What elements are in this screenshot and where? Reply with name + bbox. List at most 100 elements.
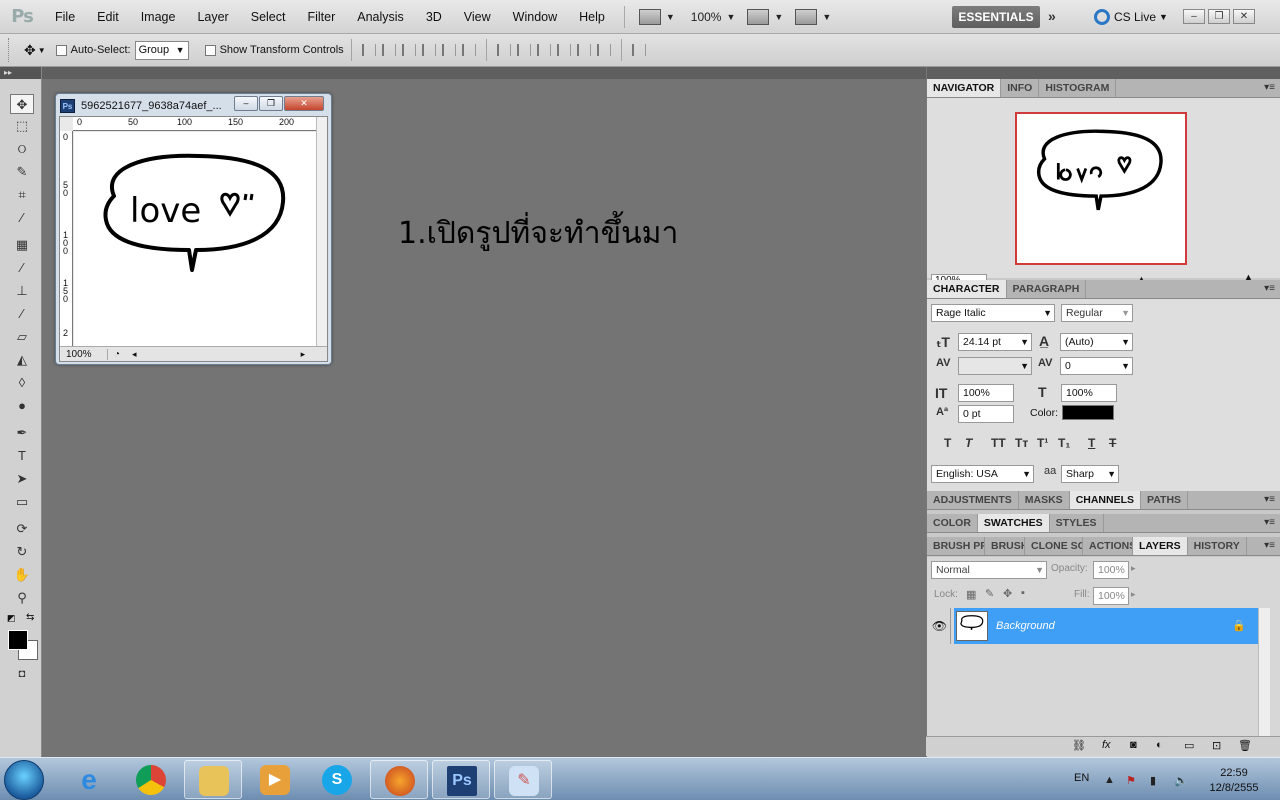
start-button[interactable] [4, 760, 44, 800]
align-left-icon[interactable] [421, 44, 436, 56]
menu-analysis[interactable]: Analysis [346, 0, 415, 34]
tab-brush[interactable]: BRUSH [985, 537, 1025, 555]
options-grip[interactable] [8, 38, 14, 62]
align-hcenter-icon[interactable] [441, 44, 456, 56]
new-layer-icon[interactable]: ⊡ [1212, 739, 1221, 752]
panel-menu-icon[interactable]: ▾≡ [1264, 540, 1275, 551]
path-select-tool-icon[interactable]: ➤ [10, 469, 34, 489]
link-layers-icon[interactable]: ⛓ [1072, 739, 1086, 752]
blur-tool-icon[interactable]: ◊ [10, 373, 34, 393]
network-icon[interactable]: ▮ [1150, 774, 1156, 787]
language-select[interactable]: English: USA ▼ [931, 465, 1034, 483]
tab-layers[interactable]: LAYERS [1133, 537, 1188, 555]
align-top-icon[interactable] [361, 44, 376, 56]
menu-help[interactable]: Help [568, 0, 616, 34]
chevron-down-icon[interactable]: ▼ [666, 12, 675, 22]
launch-bridge-icon[interactable] [638, 8, 661, 25]
subscript-icon[interactable]: T₁ [1058, 436, 1070, 450]
menu-view[interactable]: View [453, 0, 502, 34]
document-canvas[interactable]: love [74, 132, 318, 346]
text-color-swatch[interactable] [1062, 405, 1114, 420]
distribute-vcenter-icon[interactable] [516, 44, 531, 56]
taskbar-photoshop[interactable]: Ps [432, 760, 490, 799]
tab-clone-source[interactable]: CLONE SOU [1025, 537, 1083, 555]
tab-character[interactable]: CHARACTER [927, 280, 1007, 298]
zoom-tool-icon[interactable]: ⚲ [10, 588, 34, 608]
ruler-horizontal[interactable]: 0 50 100 150 200 [73, 117, 318, 131]
brush-tool-icon[interactable]: ⁄ [10, 258, 34, 278]
lock-all-icon[interactable]: ▪ [1021, 587, 1025, 599]
adjustment-layer-icon[interactable]: ◐ [1156, 739, 1163, 751]
taskbar-skype[interactable]: S [308, 760, 366, 799]
tools-collapse-icon[interactable]: ▸▸ [0, 67, 41, 79]
align-vcenter-icon[interactable] [381, 44, 396, 56]
dodge-tool-icon[interactable]: ● [10, 396, 34, 416]
distribute-top-icon[interactable] [496, 44, 511, 56]
panel-menu-icon[interactable]: ▾≡ [1264, 82, 1275, 93]
ruler-vertical[interactable]: 0 5 0 1 0 0 1 5 0 2 [60, 131, 73, 346]
horizontal-scale-field[interactable]: 100% [1061, 384, 1117, 402]
distribute-bottom-icon[interactable] [536, 44, 551, 56]
move-tool-icon[interactable]: ✥ [24, 42, 36, 59]
tab-swatches[interactable]: SWATCHES [977, 514, 1050, 532]
font-size-field[interactable]: 24.14 pt ▼ [958, 333, 1032, 351]
align-bottom-icon[interactable] [401, 44, 416, 56]
eyedropper-tool-icon[interactable]: ⁄ [10, 208, 34, 228]
menu-edit[interactable]: Edit [86, 0, 130, 34]
screen-mode-icon[interactable] [795, 8, 818, 25]
3d-rotate-tool-icon[interactable]: ⟳ [10, 519, 34, 539]
restore-button[interactable]: ❐ [1208, 9, 1230, 24]
auto-align-icon[interactable] [631, 44, 646, 56]
volume-icon[interactable]: 🔈 [1174, 774, 1188, 787]
blend-mode-select[interactable]: Normal ▼ [931, 561, 1047, 579]
taskbar-explorer[interactable] [184, 760, 242, 799]
chevron-down-icon[interactable]: ▼ [726, 12, 735, 22]
more-workspaces-icon[interactable]: » [1048, 8, 1056, 24]
antialias-select[interactable]: Sharp ▼ [1061, 465, 1119, 483]
lock-position-icon[interactable]: ✥ [1003, 587, 1012, 600]
type-tool-icon[interactable]: T [10, 446, 34, 466]
kerning-field[interactable]: ▼ [958, 357, 1032, 375]
font-family-select[interactable]: Rage Italic ▼ [931, 304, 1055, 322]
doc-close-button[interactable]: ✕ [284, 96, 324, 111]
doc-minimize-button[interactable]: – [234, 96, 258, 111]
strikethrough-icon[interactable]: T [1109, 436, 1116, 450]
doc-maximize-button[interactable]: ❐ [259, 96, 283, 111]
lock-transparent-icon[interactable]: ▦ [966, 588, 976, 601]
tab-adjustments[interactable]: ADJUSTMENTS [927, 491, 1019, 509]
status-info-icon[interactable]: ◔ [114, 349, 120, 360]
taskbar-internet-explorer[interactable]: e [60, 760, 118, 799]
tab-history[interactable]: HISTORY [1188, 537, 1247, 555]
add-mask-icon[interactable]: ◙ [1130, 739, 1137, 751]
taskbar-chrome[interactable] [122, 760, 180, 799]
scroll-right-icon[interactable]: ▸ [301, 349, 306, 360]
menu-window[interactable]: Window [502, 0, 568, 34]
menu-select[interactable]: Select [240, 0, 297, 34]
layer-style-icon[interactable]: fx [1102, 739, 1111, 751]
panel-menu-icon[interactable]: ▾≡ [1264, 517, 1275, 528]
taskbar-firefox[interactable] [370, 760, 428, 799]
opacity-slider-icon[interactable]: ▸ [1131, 563, 1136, 574]
panel-menu-icon[interactable]: ▾≡ [1264, 494, 1275, 505]
minimize-button[interactable]: – [1183, 9, 1205, 24]
superscript-icon[interactable]: T¹ [1037, 436, 1048, 450]
taskbar-paint[interactable]: ✎ [494, 760, 552, 799]
faux-bold-icon[interactable]: T [944, 436, 951, 450]
layers-scrollbar[interactable] [1258, 608, 1270, 736]
chevron-down-icon[interactable]: ▼ [822, 12, 831, 22]
arrange-documents-icon[interactable] [747, 8, 770, 25]
fill-field[interactable]: 100% [1093, 587, 1129, 605]
pen-tool-icon[interactable]: ✒ [10, 423, 34, 443]
shape-tool-icon[interactable]: ▭ [10, 492, 34, 512]
vertical-scale-field[interactable]: 100% [958, 384, 1014, 402]
layer-name[interactable]: Background [996, 620, 1055, 632]
paint-bucket-tool-icon[interactable]: ◭ [10, 350, 34, 370]
move-tool-icon[interactable]: ✥ [10, 94, 34, 114]
show-transform-checkbox[interactable]: Show Transform Controls [204, 44, 344, 56]
menu-filter[interactable]: Filter [296, 0, 346, 34]
tab-paths[interactable]: PATHS [1141, 491, 1189, 509]
tracking-field[interactable]: 0 ▼ [1060, 357, 1133, 375]
cs-live-button[interactable]: CS Live ▼ [1094, 9, 1168, 25]
menu-file[interactable]: File [44, 0, 86, 34]
all-caps-icon[interactable]: TT [991, 436, 1006, 450]
